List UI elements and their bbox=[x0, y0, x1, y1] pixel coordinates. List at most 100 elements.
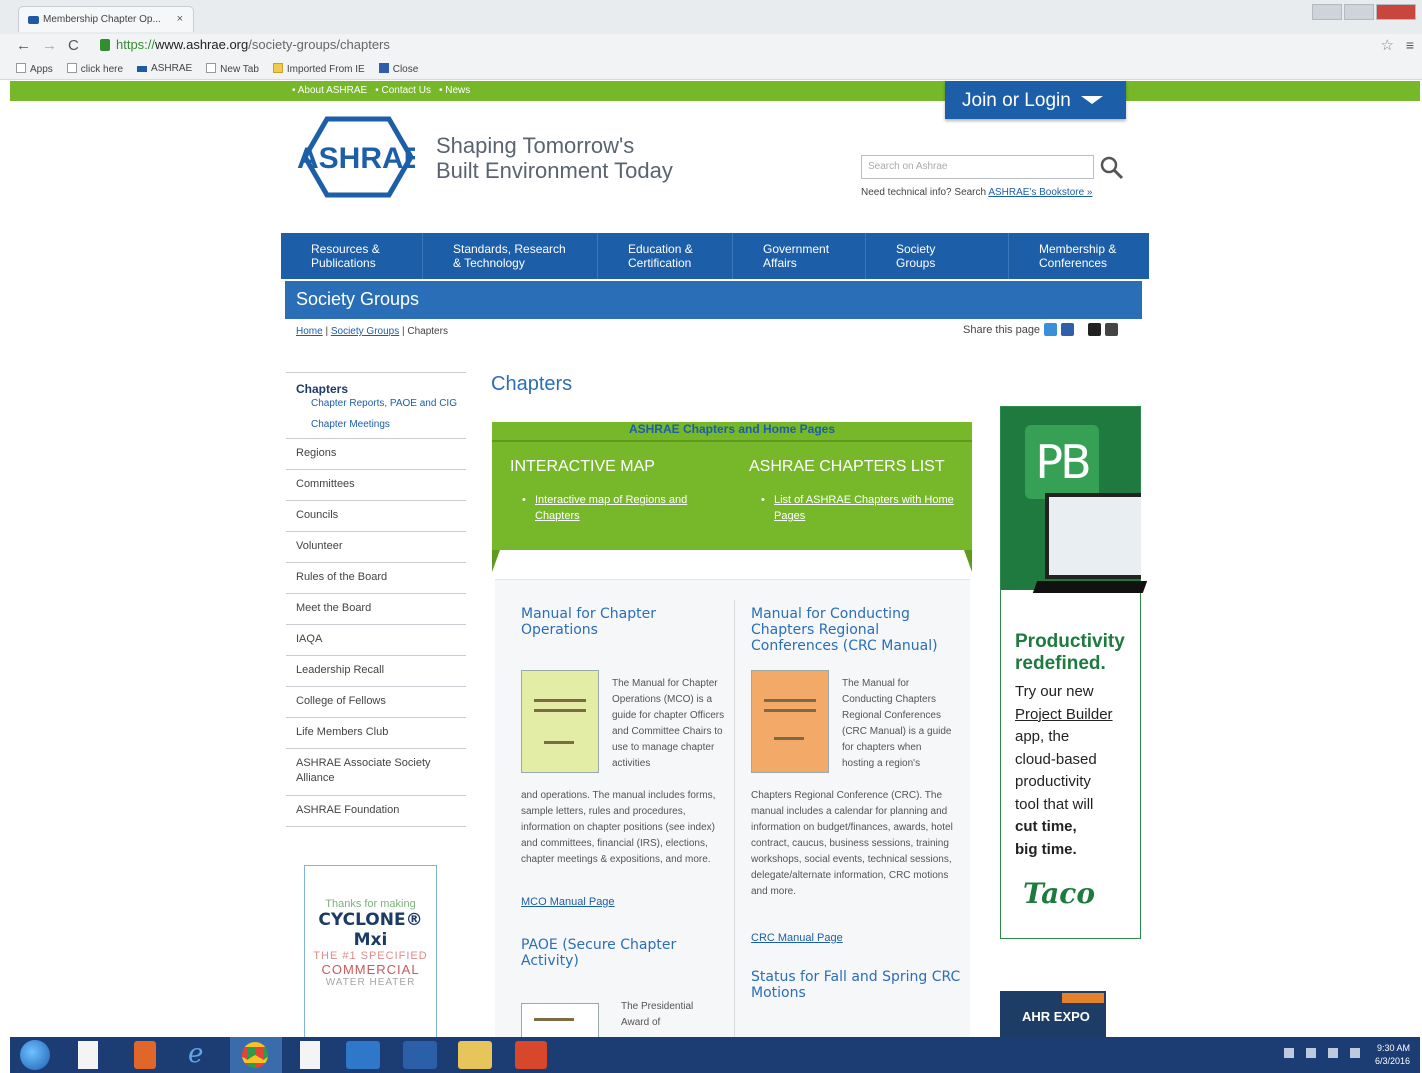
mco-title[interactable]: Manual for Chapter Operations bbox=[521, 606, 736, 638]
email-icon[interactable] bbox=[1088, 323, 1102, 336]
about-link[interactable]: • About ASHRAE bbox=[292, 85, 367, 96]
browser-tab-strip: Membership Chapter Op... × bbox=[0, 0, 1422, 34]
sidebar-item-committees[interactable]: Committees bbox=[286, 469, 466, 500]
maximize-button[interactable] bbox=[1344, 4, 1374, 20]
sidebar-item-college-fellows[interactable]: College of Fellows bbox=[286, 686, 466, 717]
outlook-icon[interactable] bbox=[346, 1041, 380, 1069]
map-title: INTERACTIVE MAP bbox=[510, 458, 655, 475]
nav-society-groups[interactable]: Society Groups bbox=[866, 233, 1009, 279]
sidebar-item-foundation[interactable]: ASHRAE Foundation bbox=[286, 795, 466, 826]
bookmark-new-tab[interactable]: New Tab bbox=[206, 63, 259, 79]
ashrae-icon bbox=[137, 66, 148, 72]
interactive-map-link[interactable]: Interactive map of Regions and Chapters bbox=[535, 492, 720, 524]
join-login-button[interactable]: Join or Login bbox=[945, 81, 1126, 119]
sidebar-item-meet-board[interactable]: Meet the Board bbox=[286, 593, 466, 624]
main-nav: Resources & Publications Standards, Rese… bbox=[281, 233, 1149, 279]
bookmark-star-icon[interactable]: ☆ bbox=[1381, 36, 1394, 54]
box-corner-right bbox=[964, 550, 972, 572]
bookmark-imported[interactable]: Imported From IE bbox=[272, 63, 365, 79]
minimize-button[interactable] bbox=[1312, 4, 1342, 20]
sidebar-item-rules[interactable]: Rules of the Board bbox=[286, 562, 466, 593]
nav-membership-conferences[interactable]: Membership & Conferences bbox=[1009, 233, 1149, 279]
ad-line: productivity bbox=[1015, 773, 1091, 790]
cyclone-ad[interactable]: Thanks for making CYCLONE® Mxi THE #1 SP… bbox=[304, 865, 437, 1037]
chrome-taskbar-button[interactable] bbox=[230, 1037, 282, 1073]
crc-manual-link[interactable]: CRC Manual Page bbox=[751, 932, 843, 944]
paoe-title[interactable]: PAOE (Secure Chapter Activity) bbox=[521, 937, 736, 969]
mco-manual-link[interactable]: MCO Manual Page bbox=[521, 896, 615, 908]
pb-logo: PB bbox=[1025, 425, 1099, 499]
sidebar-item-councils[interactable]: Councils bbox=[286, 500, 466, 531]
news-link[interactable]: • News bbox=[439, 85, 470, 96]
bookmark-apps[interactable]: Apps bbox=[16, 63, 53, 79]
chapters-list-link[interactable]: List of ASHRAE Chapters with Home Pages bbox=[774, 492, 961, 524]
sidebar-item-leadership-recall[interactable]: Leadership Recall bbox=[286, 655, 466, 686]
tagline-line-2: Built Environment Today bbox=[436, 158, 673, 183]
internet-explorer-icon[interactable]: e bbox=[188, 1041, 218, 1069]
powerpoint-icon[interactable] bbox=[515, 1041, 547, 1069]
search-icon[interactable] bbox=[1099, 155, 1125, 181]
column-divider bbox=[734, 600, 735, 1037]
bookmark-close[interactable]: Close bbox=[378, 63, 418, 79]
back-arrow-icon[interactable]: ← bbox=[16, 37, 31, 54]
nav-education-certification[interactable]: Education & Certification bbox=[598, 233, 733, 279]
project-builder-ad[interactable]: PB Productivity redefined. Try our new P… bbox=[1000, 406, 1141, 939]
bookstore-link[interactable]: ASHRAE's Bookstore » bbox=[988, 187, 1092, 198]
file-icon[interactable] bbox=[300, 1041, 320, 1069]
facebook-icon[interactable] bbox=[1061, 323, 1075, 336]
bookmark-click-here[interactable]: click here bbox=[66, 63, 123, 79]
crc-cover-image[interactable] bbox=[751, 670, 829, 773]
sidebar-item-chapters[interactable]: Chapters bbox=[286, 372, 466, 396]
nav-standards-research[interactable]: Standards, Research & Technology bbox=[423, 233, 598, 279]
close-window-button[interactable] bbox=[1376, 4, 1416, 20]
network-icon[interactable] bbox=[1328, 1048, 1338, 1058]
print-icon[interactable] bbox=[1105, 323, 1119, 336]
url-field[interactable]: https://www.ashrae.org/society-groups/ch… bbox=[98, 37, 1358, 55]
project-builder-link[interactable]: Project Builder bbox=[1015, 704, 1137, 727]
status-title[interactable]: Status for Fall and Spring CRC Motions bbox=[751, 969, 966, 1001]
volume-icon[interactable] bbox=[1350, 1048, 1360, 1058]
paoe-cover-image[interactable] bbox=[521, 1003, 599, 1037]
forward-arrow-icon[interactable]: → bbox=[42, 37, 57, 54]
sidebar-item-associate-society[interactable]: ASHRAE Associate Society Alliance bbox=[286, 748, 466, 795]
search-input[interactable]: Search on Ashrae bbox=[861, 155, 1094, 179]
ad-line: tool that will bbox=[1015, 795, 1094, 813]
clock[interactable]: 9:30 AM 6/3/2016 bbox=[1375, 1042, 1410, 1068]
mco-cover-image[interactable] bbox=[521, 670, 599, 773]
mco-article: Manual for Chapter Operations The Manual… bbox=[521, 606, 736, 908]
windows-taskbar: e 9:30 AM 6/3/2016 bbox=[10, 1037, 1420, 1073]
sidebar-sub-chapter-reports[interactable]: Chapter Reports, PAOE and CIG bbox=[286, 396, 466, 417]
ad-headline: Productivity redefined. bbox=[1015, 631, 1125, 675]
file-icon[interactable] bbox=[78, 1041, 98, 1069]
twitter-icon[interactable] bbox=[1044, 323, 1058, 336]
ashrae-logo[interactable]: ASHRAE bbox=[293, 115, 415, 199]
folder-icon bbox=[272, 63, 283, 73]
menu-icon[interactable]: ≡ bbox=[1406, 37, 1414, 53]
sidebar-nav: Chapters Chapter Reports, PAOE and CIG C… bbox=[286, 372, 466, 827]
contact-link[interactable]: • Contact Us bbox=[375, 85, 431, 96]
breadcrumb-society-groups[interactable]: Society Groups bbox=[331, 326, 399, 337]
ahr-expo-ad[interactable]: AHR EXPO bbox=[1000, 991, 1106, 1037]
breadcrumb-home[interactable]: Home bbox=[296, 326, 323, 337]
media-player-icon[interactable] bbox=[134, 1041, 156, 1069]
sidebar-item-regions[interactable]: Regions bbox=[286, 438, 466, 469]
sidebar-item-life-members[interactable]: Life Members Club bbox=[286, 717, 466, 748]
crc-title[interactable]: Manual for Conducting Chapters Regional … bbox=[751, 606, 966, 654]
sidebar-sub-chapter-meetings[interactable]: Chapter Meetings bbox=[286, 417, 466, 438]
tray-icon[interactable] bbox=[1284, 1048, 1294, 1058]
browser-tab[interactable]: Membership Chapter Op... × bbox=[18, 6, 194, 32]
word-icon[interactable] bbox=[403, 1041, 437, 1069]
close-tab-icon[interactable]: × bbox=[177, 13, 183, 25]
reload-icon[interactable]: C bbox=[68, 37, 79, 54]
nav-resources-publications[interactable]: Resources & Publications bbox=[281, 233, 423, 279]
bookmark-ashrae[interactable]: ASHRAE bbox=[137, 63, 192, 79]
flag-icon[interactable] bbox=[1306, 1048, 1316, 1058]
start-button[interactable] bbox=[20, 1040, 50, 1070]
explorer-icon[interactable] bbox=[458, 1041, 492, 1069]
page-icon bbox=[66, 63, 77, 73]
ahr-label-bar bbox=[1062, 993, 1104, 1003]
sidebar-item-iaqa[interactable]: IAQA bbox=[286, 624, 466, 655]
nav-government-affairs[interactable]: Government Affairs bbox=[733, 233, 866, 279]
sidebar-item-volunteer[interactable]: Volunteer bbox=[286, 531, 466, 562]
box-header: ASHRAE Chapters and Home Pages bbox=[492, 422, 972, 442]
